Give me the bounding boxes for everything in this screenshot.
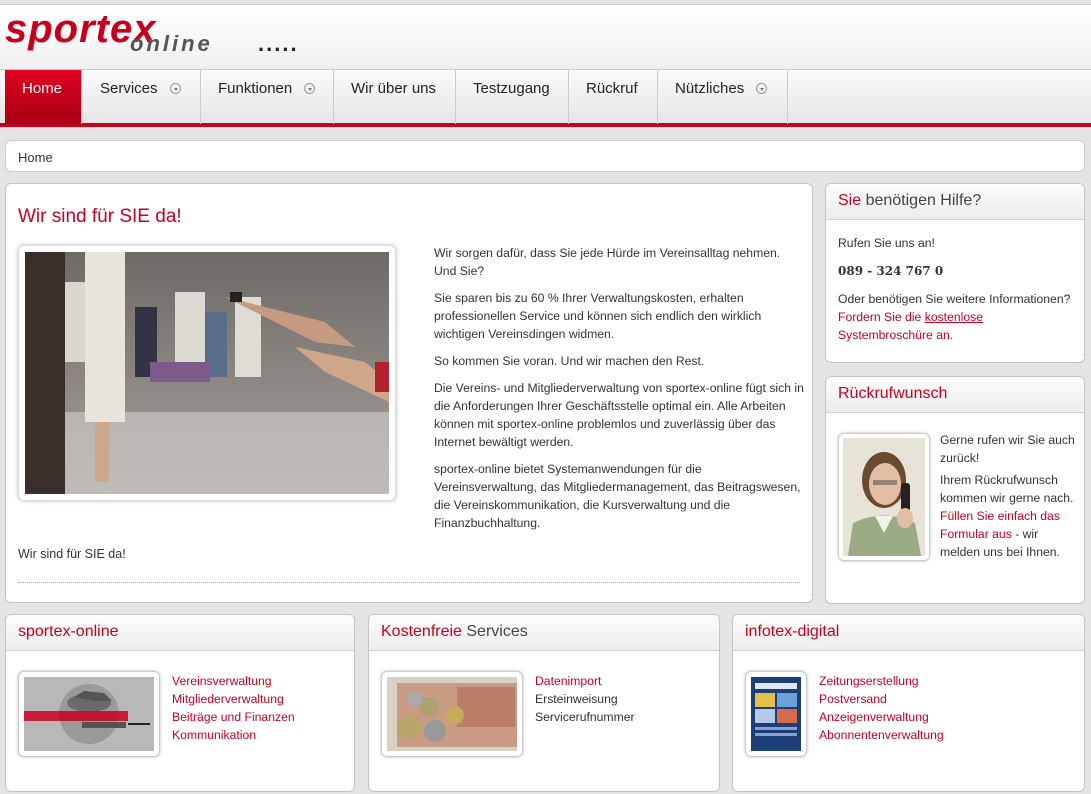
- help-call-text: Rufen Sie uns an!: [838, 236, 935, 250]
- link-zeitungserstellung[interactable]: Zeitungserstellung: [819, 672, 944, 690]
- callcenter-agent-photo: [838, 433, 930, 561]
- newspaper-image: [751, 677, 801, 751]
- divider: [18, 582, 800, 583]
- callback-form-link[interactable]: Füllen Sie einfach das Formular aus: [940, 509, 1060, 541]
- intro-text: Wir sorgen dafür, dass Sie jede Hürde im…: [434, 244, 804, 541]
- help-more-label: Oder benötigen Sie weitere Informationen…: [838, 292, 1071, 306]
- chevron-down-icon: [169, 83, 181, 94]
- infotex-digital-box: infotex-digital Zeitungserstellung Postv…: [732, 614, 1085, 792]
- box-title: Kostenfreie Services: [369, 615, 719, 651]
- help-more-text: Oder benötigen Sie weitere Informationen…: [838, 290, 1072, 344]
- callback-text: Gerne rufen wir Sie auch zurück! Ihrem R…: [940, 431, 1080, 565]
- link-kommunikation[interactable]: Kommunikation: [172, 726, 295, 744]
- help-title-rest: benötigen Hilfe?: [861, 192, 982, 209]
- nav-label: Nützliches: [675, 80, 745, 97]
- link-vereinsverwaltung[interactable]: Vereinsverwaltung: [172, 672, 295, 690]
- link-list: Datenimport Ersteinweisung Servicerufnum…: [535, 672, 635, 726]
- link-mitgliederverwaltung[interactable]: Mitgliederverwaltung: [172, 690, 295, 708]
- help-phone-number: 089 - 324 767 0: [838, 264, 944, 278]
- sportex-fox-logo-image: [24, 677, 154, 751]
- intro-paragraph: Wir sorgen dafür, dass Sie jede Hürde im…: [434, 246, 781, 278]
- intro-paragraph: sportex-online bietet Systemanwendungen …: [434, 462, 801, 530]
- link-list: Zeitungserstellung Postversand Anzeigenv…: [819, 672, 944, 744]
- sportex-logo-thumbnail: [18, 671, 160, 757]
- euro-money-image: [387, 677, 517, 751]
- box-title-highlight: sportex-online: [18, 623, 119, 640]
- intro-paragraph: Die Vereins- und Mitgliederverwaltung vo…: [434, 381, 804, 449]
- help-box-title: Sie benötigen Hilfe?: [826, 184, 1084, 220]
- kostenfreie-services-box: Kostenfreie Services Datenimport Erstein…: [368, 614, 720, 792]
- callback-details: Ihrem Rückrufwunsch kommen wir gerne nac…: [940, 471, 1080, 561]
- euro-money-thumbnail: [381, 671, 523, 757]
- nav-item-home[interactable]: Home: [5, 70, 82, 124]
- callback-box-title: Rückrufwunsch: [826, 377, 1084, 413]
- link-abonnentenverwaltung[interactable]: Abonnentenverwaltung: [819, 726, 944, 744]
- logo-word-online: online: [130, 31, 213, 56]
- callback-details-start: Ihrem Rückrufwunsch kommen wir gerne nac…: [940, 473, 1074, 505]
- nav-item-wir-ueber-uns[interactable]: Wir über uns: [334, 70, 456, 124]
- marathon-image: [25, 252, 389, 494]
- link-beitraege-finanzen[interactable]: Beiträge und Finanzen: [172, 708, 295, 726]
- brochure-link-part2: kostenlose: [924, 310, 983, 324]
- help-title-highlight: Sie: [838, 192, 862, 209]
- nav-item-services[interactable]: Services: [82, 70, 201, 124]
- nav-label: Funktionen: [218, 80, 293, 97]
- callback-intro: Gerne rufen wir Sie auch zurück!: [940, 433, 1075, 465]
- marathon-photo: [18, 245, 396, 501]
- callback-box: Rückrufwunsch Gerne rufen wir Sie auch z…: [825, 376, 1085, 604]
- nav-label: Testzugang: [473, 80, 550, 97]
- agent-image: [843, 438, 925, 556]
- link-datenimport[interactable]: Datenimport: [535, 672, 635, 690]
- header: sportex online .....: [0, 4, 1091, 70]
- link-postversand[interactable]: Postversand: [819, 690, 944, 708]
- chevron-down-icon: [756, 83, 768, 94]
- box-title: infotex-digital: [733, 615, 1084, 651]
- link-anzeigenverwaltung[interactable]: Anzeigenverwaltung: [819, 708, 944, 726]
- text-servicerufnummer: Servicerufnummer: [535, 710, 635, 724]
- newspaper-thumbnail: [745, 671, 807, 757]
- help-box: Sie benötigen Hilfe? Rufen Sie uns an! 0…: [825, 183, 1085, 363]
- nav-item-rueckruf[interactable]: Rückruf: [569, 70, 658, 124]
- callback-title: Rückrufwunsch: [838, 385, 948, 402]
- box-title-highlight: infotex-digital: [745, 623, 840, 640]
- box-title: sportex-online: [6, 615, 354, 651]
- brochure-link[interactable]: Fordern Sie die kostenlose Systembroschü…: [838, 310, 983, 342]
- main-navigation: Home Services Funktionen Wir über uns Te…: [0, 69, 1091, 127]
- sportex-online-box: sportex-online Vereinsverwaltung Mitglie…: [5, 614, 355, 792]
- box-title-rest: Services: [461, 623, 528, 640]
- text-ersteinweisung: Ersteinweisung: [535, 692, 618, 706]
- footline-text: Wir sind für SIE da!: [18, 547, 126, 561]
- brochure-link-part3: Systembroschüre an.: [838, 328, 954, 342]
- nav-label: Home: [22, 80, 63, 97]
- logo-dots: .....: [258, 31, 299, 56]
- intro-paragraph: Sie sparen bis zu 60 % Ihrer Verwaltungs…: [434, 291, 762, 341]
- main-content-box: Wir sind für SIE da! Wir sorgen dafür, d…: [5, 183, 813, 603]
- sportex-logo[interactable]: sportex online .....: [5, 7, 315, 60]
- nav-item-testzugang[interactable]: Testzugang: [456, 70, 569, 124]
- chevron-down-icon: [304, 83, 316, 94]
- link-list: Vereinsverwaltung Mitgliederverwaltung B…: [172, 672, 295, 744]
- nav-item-funktionen[interactable]: Funktionen: [201, 70, 334, 124]
- brochure-link-part1: Fordern Sie die: [838, 310, 925, 324]
- nav-item-nuetzliches[interactable]: Nützliches: [658, 70, 788, 124]
- nav-label: Wir über uns: [351, 80, 437, 97]
- page-title: Wir sind für SIE da!: [18, 206, 182, 227]
- box-title-highlight: Kostenfreie: [381, 623, 462, 640]
- nav-label: Rückruf: [586, 80, 638, 97]
- intro-paragraph: So kommen Sie voran. Und wir machen den …: [434, 354, 705, 368]
- nav-label: Services: [100, 80, 158, 97]
- breadcrumb: Home: [5, 140, 1085, 172]
- breadcrumb-home[interactable]: Home: [18, 150, 53, 165]
